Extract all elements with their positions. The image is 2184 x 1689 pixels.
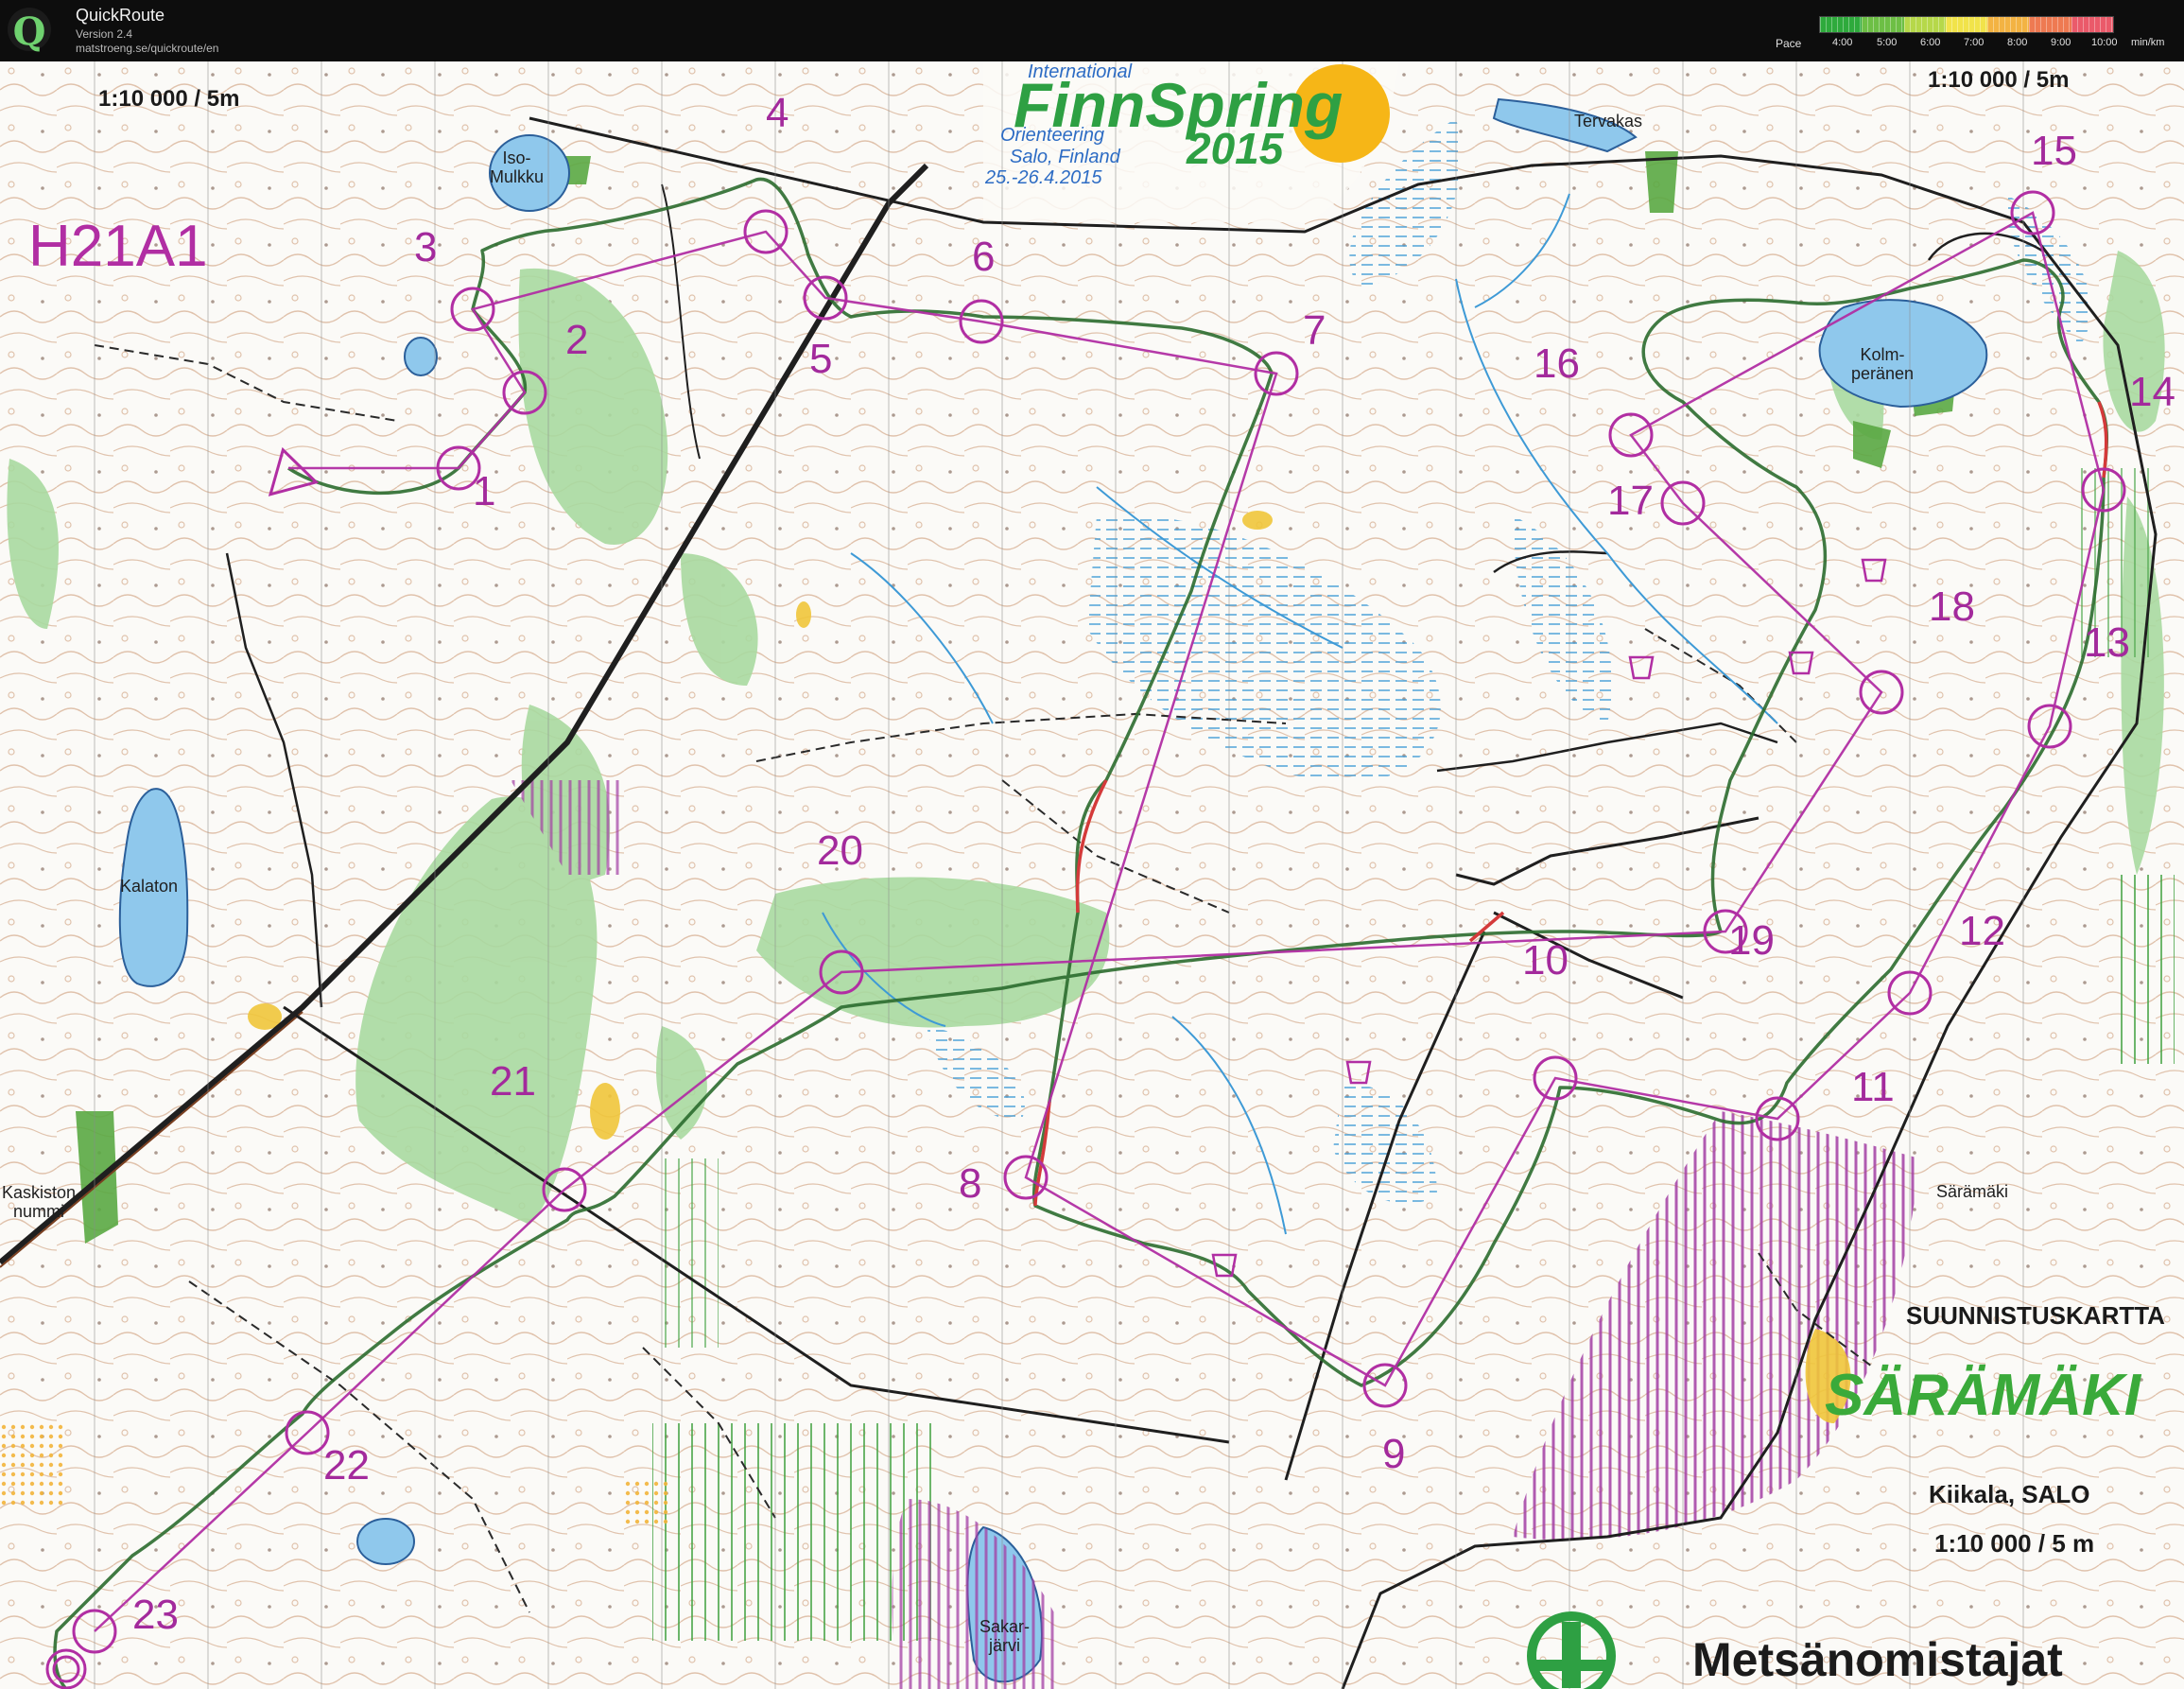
scale-label: 1:10 000 / 5m bbox=[98, 86, 240, 112]
control-number: 3 bbox=[414, 224, 438, 270]
control-number: 7 bbox=[1303, 307, 1326, 354]
pace-color-segment bbox=[1862, 17, 1904, 32]
control-number: 13 bbox=[2084, 619, 2130, 666]
control-number: 14 bbox=[2129, 369, 2175, 415]
control-number: 23 bbox=[132, 1592, 179, 1638]
place-name: Tervakas bbox=[1574, 112, 1643, 131]
title-bar: Q QuickRoute Version 2.4 matstroeng.se/q… bbox=[0, 0, 2184, 61]
control-number: 16 bbox=[1534, 340, 1580, 387]
pace-color-segment bbox=[1820, 17, 1863, 32]
control-number: 5 bbox=[809, 336, 833, 382]
place-name: Kaskiston nummi bbox=[2, 1183, 77, 1221]
control-number: 1 bbox=[473, 468, 496, 514]
control-number: 6 bbox=[972, 234, 996, 280]
control-number: 8 bbox=[959, 1160, 982, 1207]
control-number: 4 bbox=[766, 90, 789, 136]
course-name: H21A1 bbox=[28, 214, 208, 279]
pace-tick: 4:00 bbox=[1832, 37, 1853, 48]
pace-color-scale bbox=[1819, 16, 2114, 33]
control-number: 2 bbox=[565, 317, 589, 363]
control-number: 11 bbox=[1851, 1064, 1895, 1110]
place-name: Särämäki bbox=[1936, 1182, 2009, 1201]
event-year: 2015 bbox=[1187, 124, 1284, 173]
pace-tick: 6:00 bbox=[1920, 37, 1941, 48]
control-number: 12 bbox=[1959, 908, 2005, 954]
app-name: QuickRoute bbox=[76, 6, 165, 25]
pace-ticks: 4:00 5:00 6:00 7:00 8:00 9:00 10:00 bbox=[1819, 37, 2122, 52]
pace-tick: 7:00 bbox=[1964, 37, 1985, 48]
quickroute-window: Q QuickRoute Version 2.4 matstroeng.se/q… bbox=[0, 0, 2184, 1689]
control-number: 20 bbox=[817, 827, 863, 874]
app-url[interactable]: matstroeng.se/quickroute/en bbox=[76, 42, 218, 55]
publisher-name: Metsänomistajat bbox=[1692, 1633, 2063, 1686]
pace-label: Pace bbox=[1776, 37, 1802, 50]
pace-color-segment bbox=[1945, 17, 1988, 32]
pace-color-segment bbox=[1903, 17, 1946, 32]
app-version: Version 2.4 bbox=[76, 27, 133, 41]
map-location: Kiikala, SALO bbox=[1929, 1480, 2090, 1508]
event-dates: 25.-26.4.2015 bbox=[985, 167, 1102, 188]
pace-unit: min/km bbox=[2131, 37, 2165, 48]
pace-tick: 5:00 bbox=[1877, 37, 1898, 48]
control-number: 15 bbox=[2031, 128, 2077, 174]
control-number: 18 bbox=[1929, 583, 1975, 630]
orienteering-map[interactable]: 1:10 000 / 5m 1:10 000 / 5m H21A1 Intern… bbox=[0, 61, 2184, 1689]
control-number: 17 bbox=[1607, 478, 1654, 524]
pace-tick: 10:00 bbox=[2091, 37, 2118, 48]
map-title: SÄRÄMÄKI bbox=[1825, 1363, 2141, 1428]
scale-label: 1:10 000 / 5m bbox=[1928, 67, 2070, 93]
pace-tick: 8:00 bbox=[2007, 37, 2028, 48]
control-number: 19 bbox=[1728, 917, 1775, 964]
control-number: 9 bbox=[1382, 1431, 1406, 1477]
pace-color-segment bbox=[2029, 17, 2071, 32]
map-heading: SUUNNISTUSKARTTA bbox=[1906, 1301, 2165, 1330]
control-number: 21 bbox=[490, 1058, 536, 1105]
pace-color-segment bbox=[2071, 17, 2113, 32]
map-scale: 1:10 000 / 5 m bbox=[1934, 1529, 2095, 1558]
event-place: Salo, Finland bbox=[1010, 147, 1120, 167]
place-name: Iso- Mulkku bbox=[490, 148, 545, 186]
place-name: Sakar-järvi bbox=[979, 1617, 1031, 1655]
place-name: Kalaton bbox=[120, 877, 179, 896]
event-orienteering: Orienteering bbox=[1000, 125, 1105, 146]
control-number: 10 bbox=[1522, 937, 1569, 984]
pace-color-segment bbox=[1987, 17, 2030, 32]
control-number: 22 bbox=[323, 1442, 370, 1489]
place-name: Kolm-peränen bbox=[1851, 345, 1915, 383]
quickroute-q-icon: Q bbox=[8, 8, 51, 54]
pace-tick: 9:00 bbox=[2051, 37, 2071, 48]
